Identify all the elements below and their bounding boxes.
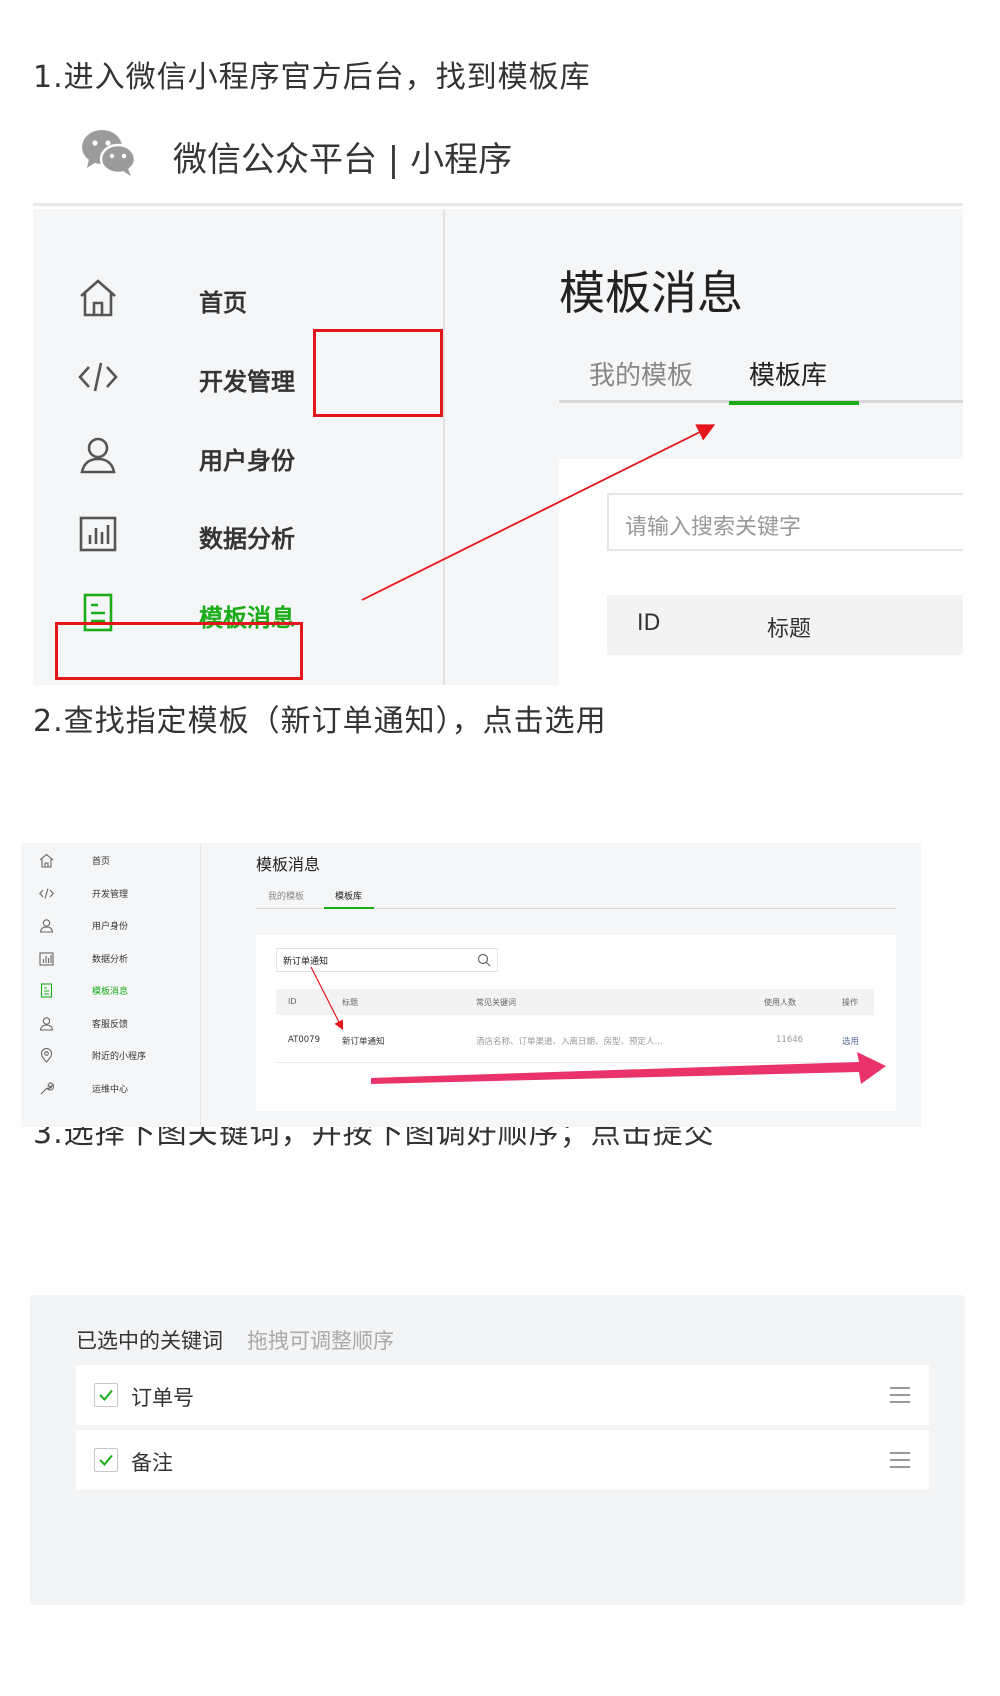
- column-header-action: 操作: [842, 998, 858, 1007]
- tab-template-library[interactable]: 模板库: [749, 355, 827, 392]
- keyword-row-remark[interactable]: 备注: [76, 1430, 929, 1490]
- sidebar-item-analytics[interactable]: 数据分析: [71, 507, 401, 567]
- tab-bar: 我的模板 模板库: [256, 883, 896, 909]
- chart-icon: [39, 951, 54, 966]
- wechat-logo-icon: [81, 128, 137, 178]
- main-content: 模板消息 我的模板 模板库 请输入搜索关键字 ID 标题: [447, 209, 963, 685]
- sidebar-item-label: 客服反馈: [92, 1020, 129, 1030]
- row-title: 新订单通知: [342, 1037, 385, 1047]
- search-value: 新订单通知: [283, 957, 329, 967]
- sidebar-item-label: 用户身份: [199, 447, 295, 475]
- sidebar-item-dev[interactable]: 开发管理: [39, 885, 189, 905]
- select-template-link[interactable]: 选用: [842, 1035, 859, 1047]
- keyword-label: 订单号: [131, 1386, 194, 1410]
- active-tab-indicator: [729, 401, 859, 405]
- screenshot-3-selected-keywords: 已选中的关键词 拖拽可调整顺序 订单号 备注: [30, 1295, 965, 1605]
- console-body: 首页 开发管理 用户身份 数据分析 模板消息 模板消息 我的模板 模板库 请输入…: [33, 209, 963, 685]
- sidebar-nav: 首页 开发管理 用户身份 数据分析 模板消息: [33, 209, 445, 685]
- active-tab-indicator: [324, 907, 374, 909]
- keyword-checkbox[interactable]: [94, 1448, 118, 1472]
- code-icon: [39, 886, 54, 901]
- row-users: 11646: [776, 1035, 804, 1045]
- chart-icon: [78, 513, 118, 555]
- user-icon: [78, 435, 118, 477]
- sidebar-item-label: 首页: [92, 857, 111, 867]
- sidebar-item-label: 用户身份: [92, 922, 129, 932]
- column-header-users: 使用人数: [764, 998, 796, 1007]
- service-icon: [39, 1016, 54, 1031]
- highlight-box-library-tab: [313, 329, 443, 417]
- sidebar-item-home[interactable]: 首页: [39, 852, 189, 872]
- column-header-keywords: 常见关键词: [476, 998, 516, 1007]
- home-icon: [78, 277, 118, 319]
- sidebar-item-analytics[interactable]: 数据分析: [39, 950, 189, 970]
- sidebar-item-template[interactable]: 模板消息: [39, 982, 189, 1002]
- drag-hint: 拖拽可调整顺序: [247, 1329, 394, 1353]
- user-icon: [39, 918, 54, 933]
- home-icon: [39, 853, 54, 868]
- row-id: AT0079: [288, 1035, 320, 1045]
- keyword-label: 备注: [131, 1451, 173, 1475]
- sidebar-item-service-feedback[interactable]: 客服反馈: [39, 1015, 189, 1035]
- template-icon: [39, 983, 54, 998]
- drag-handle-icon[interactable]: [889, 1450, 911, 1470]
- sidebar-item-nearby-miniprogram[interactable]: 附近的小程序: [39, 1047, 189, 1067]
- table-header: ID 标题: [607, 595, 963, 655]
- sidebar-item-home[interactable]: 首页: [71, 271, 401, 331]
- screenshot-2-template-library: 首页 开发管理 用户身份 数据分析 模板消息 客服反馈 附近的小程序 运维中心 模板消息 我的…: [21, 843, 921, 1127]
- step-1-title: 1.进入微信小程序官方后台，找到模板库: [33, 60, 591, 95]
- tab-template-library[interactable]: 模板库: [335, 889, 362, 902]
- wrench-icon: [39, 1081, 54, 1096]
- column-header-id: ID: [288, 997, 297, 1006]
- search-input[interactable]: 请输入搜索关键字: [607, 493, 963, 551]
- search-input[interactable]: 新订单通知: [276, 948, 498, 972]
- page-title: 模板消息: [256, 855, 321, 874]
- sidebar-item-label: 模板消息: [92, 987, 129, 997]
- selected-keywords-heading: 已选中的关键词: [76, 1329, 223, 1353]
- tab-my-templates[interactable]: 我的模板: [589, 355, 693, 392]
- sidebar-item-label: 开发管理: [199, 368, 295, 396]
- sidebar-item-label: 数据分析: [92, 955, 129, 965]
- keyword-checkbox[interactable]: [94, 1383, 118, 1407]
- keyword-row-order-number[interactable]: 订单号: [76, 1365, 929, 1425]
- screenshot-1-admin-console: 微信公众平台 | 小程序 首页 开发管理 用户身份 数据分析 模板消息 模板消息…: [33, 110, 963, 685]
- sidebar-nav: 首页开发管理用户身份数据分析模板消息客服反馈附近的小程序 运维中心: [21, 843, 201, 1127]
- sidebar-item-label: 开发管理: [92, 890, 129, 900]
- sidebar-item-label: 附近的小程序: [92, 1052, 147, 1062]
- column-header-id: ID: [637, 611, 661, 636]
- row-keywords: 酒店名称、订单渠道、入离日期、房型、预定人...: [476, 1037, 663, 1047]
- library-card: 请输入搜索关键字 ID 标题: [559, 459, 963, 685]
- highlight-box-template-nav: [55, 622, 303, 680]
- table-row: AT0079 新订单通知 酒店名称、订单渠道、入离日期、房型、预定人... 11…: [276, 1015, 874, 1063]
- tab-my-templates[interactable]: 我的模板: [268, 889, 304, 902]
- page-title: 模板消息: [559, 266, 743, 320]
- tab-bar: 我的模板 模板库: [559, 347, 963, 405]
- sidebar-item-label: 运维中心: [92, 1085, 129, 1095]
- console-header: 微信公众平台 | 小程序: [33, 110, 963, 206]
- sidebar-item-label: 首页: [199, 289, 247, 317]
- location-icon: [39, 1048, 54, 1063]
- sidebar-item-label: 数据分析: [199, 525, 295, 553]
- step-2-title: 2.查找指定模板（新订单通知），点击选用: [33, 704, 607, 739]
- code-icon: [78, 356, 118, 398]
- search-placeholder: 请输入搜索关键字: [625, 515, 802, 540]
- column-header-title: 标题: [342, 998, 358, 1007]
- platform-brand: 微信公众平台 | 小程序: [173, 140, 513, 180]
- sidebar-item-users[interactable]: 用户身份: [39, 917, 189, 937]
- search-icon[interactable]: [477, 953, 491, 967]
- library-card: 新订单通知 ID 标题 常见关键词 使用人数 操作 AT0079 新订单通知 酒…: [256, 935, 896, 1111]
- sidebar-item-ops-center[interactable]: 运维中心: [39, 1080, 189, 1100]
- drag-handle-icon[interactable]: [889, 1385, 911, 1405]
- table-header: ID 标题 常见关键词 使用人数 操作: [276, 989, 874, 1015]
- sidebar-item-users[interactable]: 用户身份: [71, 429, 401, 489]
- column-header-title: 标题: [767, 617, 812, 642]
